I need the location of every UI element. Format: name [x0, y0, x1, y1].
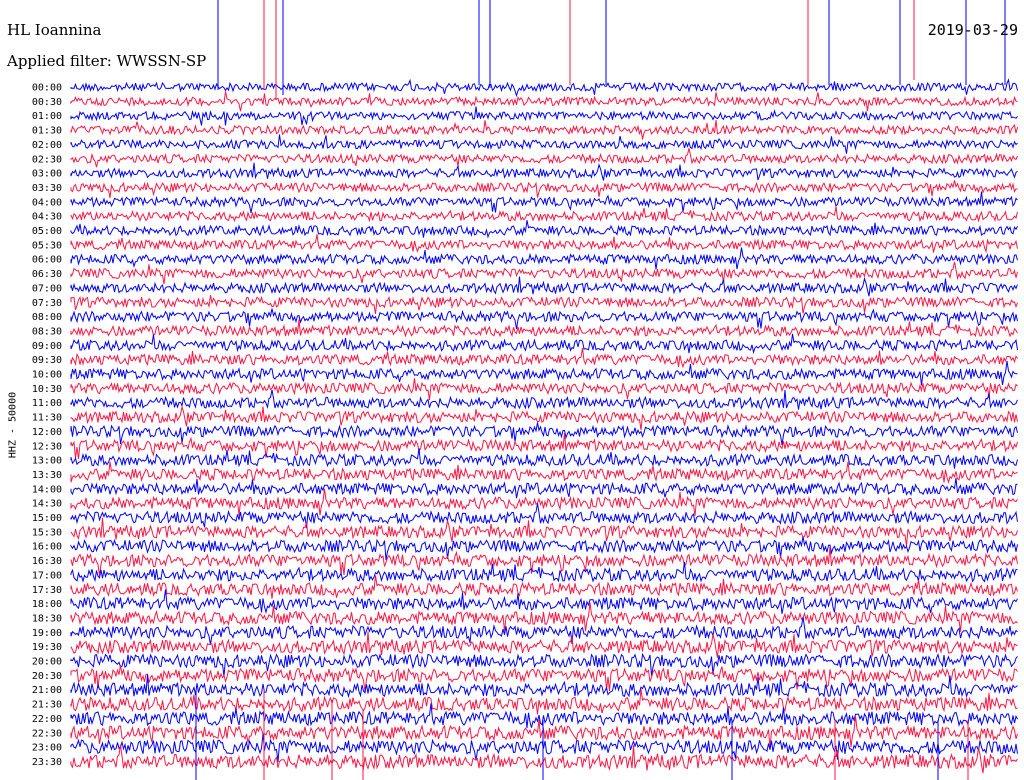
trace-line	[70, 488, 1018, 516]
time-label: 00:00	[32, 83, 62, 94]
trace-line	[70, 78, 1018, 98]
trace-line	[70, 220, 1018, 239]
time-label: 01:30	[32, 126, 62, 137]
trace-group	[70, 78, 1018, 774]
trace-line	[70, 361, 1018, 386]
time-label: 19:30	[32, 642, 62, 653]
trace-line	[70, 261, 1018, 285]
trace-line	[70, 180, 1018, 198]
time-label: 18:00	[32, 599, 62, 610]
time-label: 21:00	[32, 685, 62, 696]
time-label: 05:30	[32, 240, 62, 251]
trace-line	[70, 561, 1018, 583]
time-label: 07:30	[32, 298, 62, 309]
time-label: 20:30	[32, 671, 62, 682]
time-label: 07:00	[32, 283, 62, 294]
trace-line	[70, 91, 1018, 112]
time-label: 14:00	[32, 484, 62, 495]
trace-line	[70, 378, 1018, 400]
time-label: 12:00	[32, 427, 62, 438]
time-label: 23:30	[32, 757, 62, 768]
time-label: 09:30	[32, 355, 62, 366]
time-label: 08:00	[32, 312, 62, 323]
date-label: 2019-03-29	[927, 21, 1018, 39]
trace-line	[70, 406, 1018, 430]
time-label: 09:00	[32, 341, 62, 352]
time-label: 16:00	[32, 542, 62, 553]
trace-line	[70, 295, 1018, 314]
time-label: 12:30	[32, 441, 62, 452]
time-label: 23:00	[32, 743, 62, 754]
trace-line	[70, 477, 1018, 499]
time-label: 13:00	[32, 456, 62, 467]
time-label: 11:00	[32, 398, 62, 409]
time-label: 17:00	[32, 570, 62, 581]
trace-line	[70, 162, 1018, 181]
time-label: 01:00	[32, 111, 62, 122]
trace-line	[70, 575, 1018, 599]
time-label-group: 00:00 00:30 01:00 01:30 02:00 02:30 03:00 03:30…	[32, 83, 62, 768]
time-label: 06:00	[32, 255, 62, 266]
trace-line	[70, 206, 1018, 223]
time-label: 19:00	[32, 628, 62, 639]
filter-subtitle: Applied filter: WWSSN-SP	[7, 52, 207, 70]
trace-line	[70, 276, 1018, 297]
time-label: 08:30	[32, 326, 62, 337]
time-label: 22:00	[32, 714, 62, 725]
station-title: HL Ioannina	[7, 21, 102, 39]
trace-line	[70, 234, 1018, 254]
trace-line	[70, 744, 1018, 774]
trace-line	[70, 247, 1018, 270]
time-label: 13:30	[32, 470, 62, 481]
trace-line	[70, 461, 1018, 484]
trace-line	[70, 120, 1018, 140]
time-label: 03:30	[32, 183, 62, 194]
seismogram-plot: 00:00 00:30 01:00 01:30 02:00 02:30 03:00 03:30…	[32, 0, 1018, 780]
trace-line	[70, 308, 1018, 329]
time-label: 02:00	[32, 140, 62, 151]
time-label: 11:30	[32, 413, 62, 424]
time-label: 00:30	[32, 97, 62, 108]
time-label: 06:30	[32, 269, 62, 280]
time-label: 21:30	[32, 700, 62, 711]
time-label: 22:30	[32, 728, 62, 739]
time-label: 10:30	[32, 384, 62, 395]
time-label: 04:30	[32, 212, 62, 223]
trace-line	[70, 517, 1018, 546]
trace-line	[70, 134, 1018, 154]
time-label: 16:30	[32, 556, 62, 567]
time-label: 18:30	[32, 613, 62, 624]
trace-line	[70, 333, 1018, 355]
trace-line	[70, 347, 1018, 369]
trace-line	[70, 422, 1018, 445]
time-label: 04:00	[32, 197, 62, 208]
time-label: 02:30	[32, 154, 62, 165]
trace-line	[70, 319, 1018, 338]
trace-line	[70, 106, 1018, 126]
time-label: 20:00	[32, 657, 62, 668]
trace-line	[70, 148, 1018, 168]
channel-axis-label: HHZ - 50000	[7, 391, 19, 459]
time-label: 03:00	[32, 169, 62, 180]
time-label: 15:30	[32, 527, 62, 538]
trace-line	[70, 191, 1018, 213]
trace-line	[70, 689, 1018, 715]
trace-line	[70, 448, 1018, 469]
time-label: 17:30	[32, 585, 62, 596]
time-label: 14:30	[32, 499, 62, 510]
time-label: 10:00	[32, 370, 62, 381]
time-label: 15:00	[32, 513, 62, 524]
time-label: 05:00	[32, 226, 62, 237]
